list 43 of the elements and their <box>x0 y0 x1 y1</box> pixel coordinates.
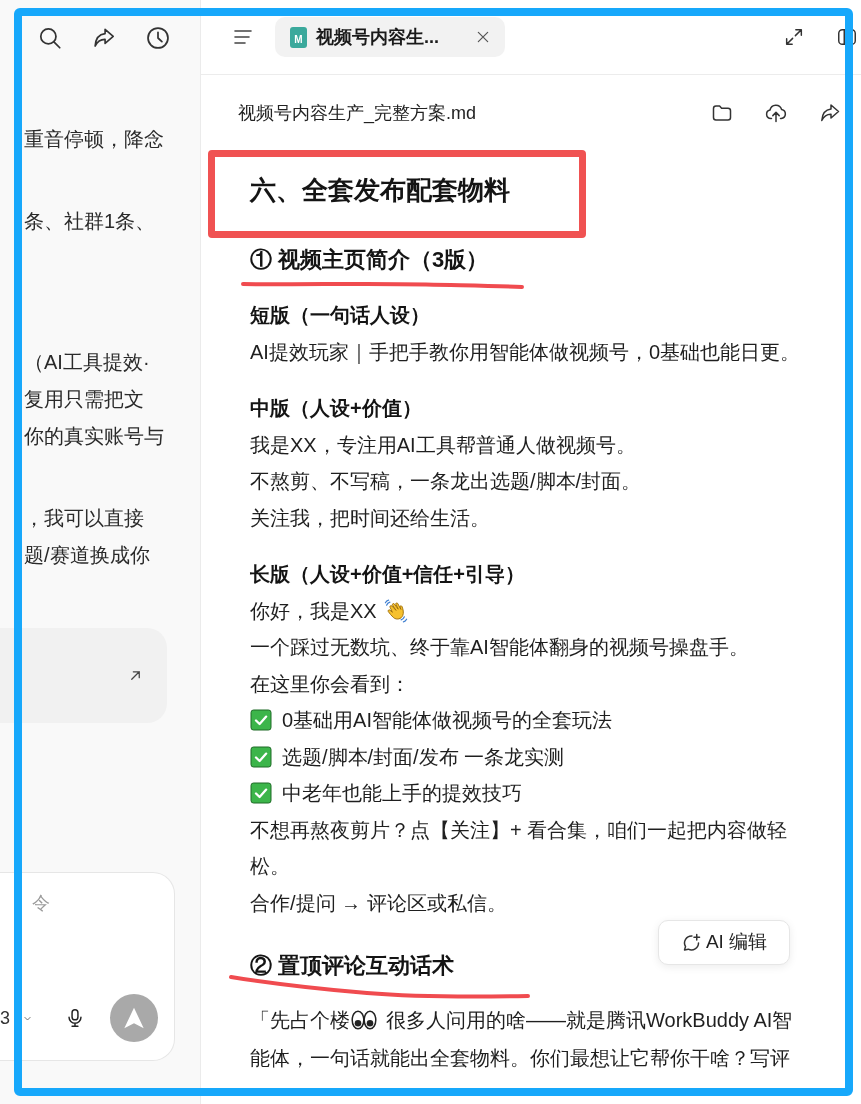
body-text: 我是XX，专注用AI工具帮普通人做视频号。 <box>250 432 637 458</box>
message-text: 条、社群1条、 <box>24 209 156 234</box>
body-text: 在这里你会看到： <box>250 671 411 697</box>
check-mark-icon <box>250 709 272 732</box>
body-text: 你好，我是XX <box>250 598 377 624</box>
body-text: 不熬剪、不写稿，一条龙出选题/脚本/封面。 <box>250 469 643 494</box>
file-tab[interactable]: M 视频号内容生... <box>275 17 505 57</box>
list-text: 0基础用AI智能体做视频号的全套玩法 <box>282 708 613 733</box>
list-text: 中老年也能上手的提效技巧 <box>282 781 522 806</box>
body-text: 一个踩过无数坑、终于靠AI智能体翻身的视频号操盘手。 <box>250 635 750 660</box>
comment-text: 能体，一句话就能出全套物料。你们最想让它帮你干啥？写评 <box>250 1046 791 1071</box>
tab-label: 视频号内容生... <box>316 26 439 49</box>
send-icon <box>123 1007 145 1029</box>
body-text: 不想再熬夜剪片？点【关注】+ 看合集，咱们一起把内容做轻松。 <box>250 817 789 879</box>
subsection-heading: ② 置顶评论互动话术 <box>250 952 456 980</box>
expand-icon[interactable] <box>783 26 805 48</box>
body-text: AI提效玩家｜手把手教你用智能体做视频号，0基础也能日更。 <box>250 339 802 366</box>
markdown-badge: M <box>290 26 307 48</box>
message-text: 重音停顿，降念 <box>24 127 164 152</box>
body-text: 关注我，把时间还给生活。 <box>250 505 491 531</box>
model-selector[interactable]: 3 <box>0 1003 32 1033</box>
check-mark-icon <box>250 745 272 768</box>
message-input[interactable]: 令 3 <box>0 872 175 1061</box>
version-heading: 长版（人设+价值+信任+引导） <box>250 562 527 587</box>
comment-text: 「先占个楼 <box>250 1008 350 1033</box>
clock-icon[interactable] <box>145 24 171 51</box>
check-mark-icon <box>250 782 272 805</box>
eyes-icon <box>351 1010 377 1030</box>
subsection-heading: ① 视频主页简介（3版） <box>250 246 490 274</box>
section-title: 六、全套发布配套物料 <box>250 174 511 207</box>
version-heading: 短版（一句话人设） <box>250 303 431 328</box>
body-text: 合作/提问 → 评论区或私信。 <box>250 890 508 916</box>
comment-text: 很多人问用的啥——就是腾讯WorkBuddy AI智 <box>386 1008 793 1033</box>
message-text: ，我可以直接 题/赛道换成你 <box>24 506 150 568</box>
ai-edit-button[interactable]: AI 编辑 <box>658 920 790 965</box>
close-icon[interactable] <box>475 29 491 45</box>
version-heading: 中版（人设+价值） <box>250 396 423 421</box>
waving-hand-icon <box>383 598 408 623</box>
list-text: 选题/脚本/封面/发布 一条龙实测 <box>282 744 565 770</box>
message-text: （AI工具提效· 复用只需把文 你的真实账号与 <box>24 350 164 449</box>
arrow-up-right-icon <box>128 668 143 683</box>
sidebar-toggle-icon[interactable] <box>836 26 858 48</box>
file-name: 视频号内容生产_完整方案.md <box>238 101 477 125</box>
